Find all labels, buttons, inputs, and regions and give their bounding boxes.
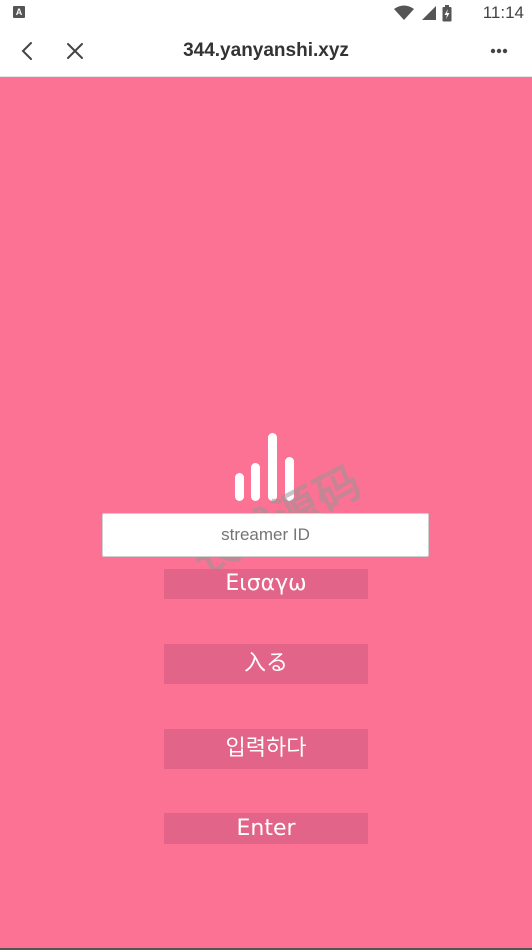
page-content: 长城源码 Εισαγω 入る 입력하다 Enter	[0, 77, 532, 950]
signal-icon	[422, 6, 436, 20]
wifi-icon	[394, 5, 414, 20]
battery-charging-icon	[442, 4, 452, 21]
enter-button-japanese[interactable]: 入る	[164, 644, 368, 684]
more-options-button[interactable]	[484, 36, 514, 66]
enter-button-korean[interactable]: 입력하다	[164, 729, 368, 769]
app-notification-icon: A	[13, 6, 25, 18]
system-icons	[394, 4, 452, 22]
enter-button-greek[interactable]: Εισαγω	[164, 569, 368, 599]
page-title: 344.yanyanshi.xyz	[183, 40, 349, 61]
streamer-id-input[interactable]	[102, 513, 429, 557]
status-time: 11:14	[482, 3, 524, 22]
enter-button-english[interactable]: Enter	[164, 813, 368, 844]
app-logo-icon	[235, 433, 294, 501]
status-bar: A 11:14	[0, 0, 532, 26]
more-dots-icon	[490, 48, 508, 54]
browser-nav-bar: 344.yanyanshi.xyz	[0, 26, 532, 77]
